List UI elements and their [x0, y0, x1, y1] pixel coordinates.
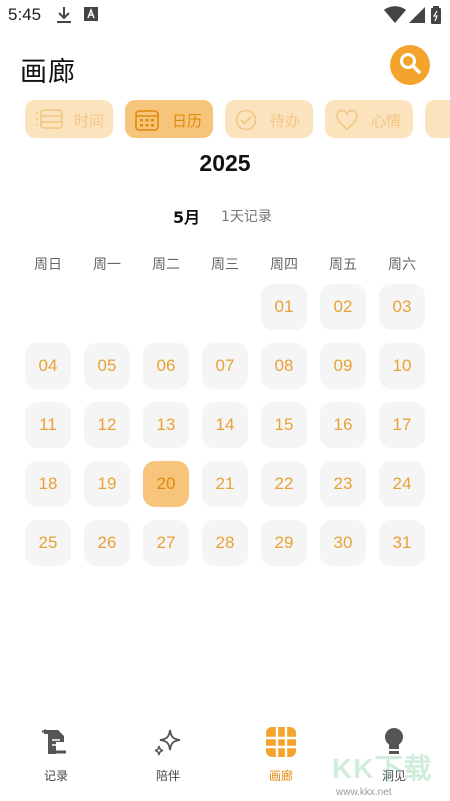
sparkle-icon: [152, 726, 184, 758]
tab-calendar[interactable]: 日历: [125, 100, 213, 138]
calendar-day[interactable]: 17: [379, 402, 425, 448]
calendar-day[interactable]: 13: [143, 402, 189, 448]
tab-timeline[interactable]: 时间: [25, 100, 113, 138]
search-icon: [399, 52, 421, 78]
watermark-url: www.kkx.net: [336, 787, 392, 798]
signal-icon: [408, 6, 426, 28]
page-title: 画廊: [20, 57, 76, 88]
check-circle-icon: [235, 109, 257, 135]
calendar-day[interactable]: 25: [25, 520, 71, 566]
calendar-day[interactable]: 04: [25, 343, 71, 389]
calendar-day[interactable]: 24: [379, 461, 425, 507]
calendar-day[interactable]: 07: [202, 343, 248, 389]
status-time: 5:45: [8, 5, 42, 24]
calendar-day[interactable]: 01: [261, 284, 307, 330]
calendar-day[interactable]: 08: [261, 343, 307, 389]
calendar-day[interactable]: 06: [143, 343, 189, 389]
tab-todo[interactable]: 待办: [225, 100, 313, 138]
notebook-icon: [40, 726, 72, 758]
search-button[interactable]: [390, 45, 430, 85]
grid-icon: [265, 726, 297, 758]
calendar-day[interactable]: 16: [320, 402, 366, 448]
calendar-day[interactable]: 31: [379, 520, 425, 566]
battery-icon: [430, 6, 442, 28]
calendar-day[interactable]: 02: [320, 284, 366, 330]
calendar-day[interactable]: 30: [320, 520, 366, 566]
weekday-mon: 周一: [93, 257, 121, 273]
calendar-day[interactable]: 11: [25, 402, 71, 448]
tab-mood[interactable]: 心情: [325, 100, 413, 138]
wifi-icon: [384, 6, 406, 28]
view-tabs: 时间 日历 待办 心情: [25, 100, 450, 138]
calendar-day[interactable]: 12: [84, 402, 130, 448]
weekday-tue: 周二: [152, 257, 180, 273]
weekday-sun: 周日: [34, 257, 62, 273]
status-bar: 5:45: [0, 0, 450, 30]
tab-todo-label: 待办: [270, 112, 301, 130]
record-count: 1天记录: [221, 209, 272, 225]
heart-icon: [335, 109, 359, 135]
calendar-icon: [135, 109, 159, 135]
tab-timeline-label: 时间: [74, 112, 105, 130]
calendar-day[interactable]: 19: [84, 461, 130, 507]
calendar-year: 2025: [199, 150, 251, 176]
app-notification-icon: [84, 6, 98, 26]
nav-record[interactable]: 记录: [16, 720, 96, 790]
download-icon: [56, 6, 72, 28]
weekday-wed: 周三: [211, 257, 239, 273]
weekday-sat: 周六: [388, 257, 416, 273]
calendar-day[interactable]: 21: [202, 461, 248, 507]
calendar-month[interactable]: 5月: [173, 204, 200, 228]
calendar-day[interactable]: 15: [261, 402, 307, 448]
nav-gallery-label: 画廊: [268, 769, 293, 783]
calendar-day[interactable]: 05: [84, 343, 130, 389]
calendar-day[interactable]: 18: [25, 461, 71, 507]
calendar-day[interactable]: 09: [320, 343, 366, 389]
weekday-header: 周日 周一 周二 周三 周四 周五 周六: [0, 254, 450, 276]
calendar-day[interactable]: 10: [379, 343, 425, 389]
tab-more[interactable]: [425, 100, 450, 138]
nav-record-label: 记录: [43, 769, 68, 783]
tab-mood-label: 心情: [371, 112, 402, 130]
nav-gallery[interactable]: 画廊: [241, 720, 321, 790]
nav-companion[interactable]: 陪伴: [128, 720, 208, 790]
weekday-fri: 周五: [329, 257, 357, 273]
calendar-day[interactable]: 27: [143, 520, 189, 566]
calendar-day[interactable]: 14: [202, 402, 248, 448]
calendar-day[interactable]: 26: [84, 520, 130, 566]
calendar-day[interactable]: 03: [379, 284, 425, 330]
calendar-day-selected[interactable]: 20: [143, 461, 189, 507]
calendar-day[interactable]: 28: [202, 520, 248, 566]
calendar-day[interactable]: 29: [261, 520, 307, 566]
tab-calendar-label: 日历: [172, 112, 203, 130]
watermark-text: KK下载: [332, 753, 433, 784]
weekday-thu: 周四: [270, 257, 298, 273]
watermark: KK下载 www.kkx.net: [332, 745, 450, 801]
timeline-icon: [35, 109, 63, 133]
nav-companion-label: 陪伴: [155, 769, 180, 783]
calendar-day[interactable]: 22: [261, 461, 307, 507]
calendar-day[interactable]: 23: [320, 461, 366, 507]
